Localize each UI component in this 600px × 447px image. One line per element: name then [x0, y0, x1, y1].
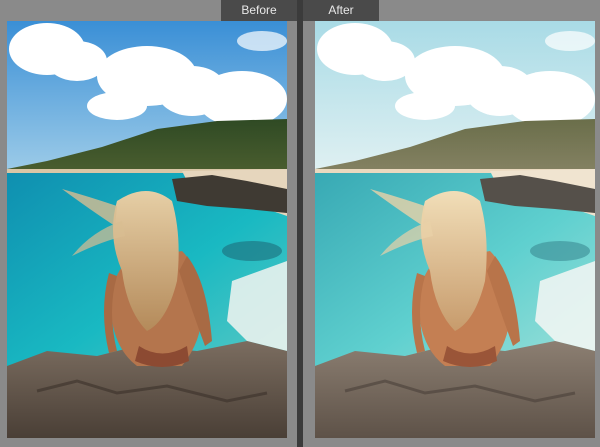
after-photo	[315, 21, 595, 438]
before-panel: Before	[0, 0, 297, 447]
after-panel: After	[303, 0, 600, 447]
before-after-view: Before After	[0, 0, 600, 447]
after-label: After	[303, 0, 379, 21]
before-photo	[7, 21, 287, 438]
before-label: Before	[221, 0, 297, 21]
